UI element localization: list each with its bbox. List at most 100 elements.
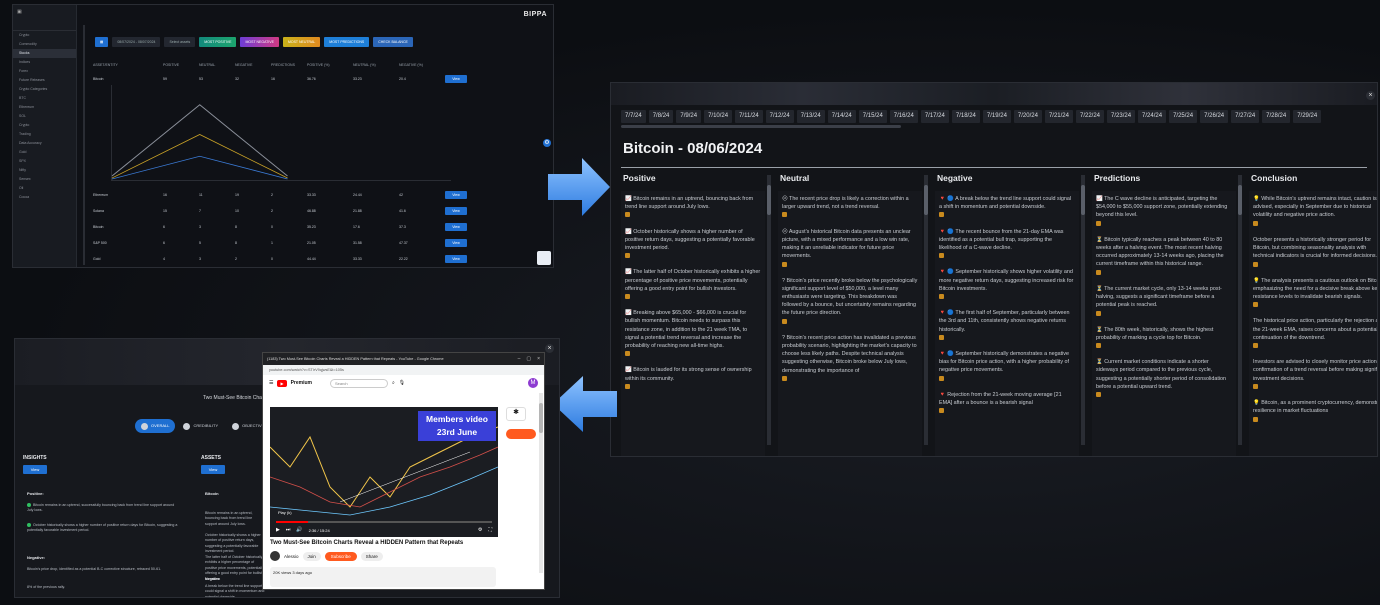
source-link-icon[interactable] <box>1096 343 1101 349</box>
sidebar-item[interactable]: Forex <box>13 67 76 76</box>
date-tab[interactable]: 7/17/24 <box>920 110 949 123</box>
date-tab[interactable]: 7/10/24 <box>704 110 733 123</box>
source-link-icon[interactable] <box>782 212 787 218</box>
sidebar-item[interactable]: Future Releases <box>13 76 76 85</box>
source-link-icon[interactable] <box>1253 302 1258 308</box>
view-button[interactable]: View <box>445 223 467 231</box>
sidebar-item[interactable]: Cocoa <box>13 193 76 202</box>
column-scrollbar[interactable] <box>1238 175 1242 445</box>
date-tab[interactable]: 7/11/24 <box>735 110 763 123</box>
volume-icon[interactable]: 🔊 <box>296 527 302 533</box>
source-link-icon[interactable] <box>1253 261 1258 267</box>
tab-credibility[interactable]: CREDIBILITY <box>177 419 224 433</box>
sidebar-scrollbar[interactable] <box>83 25 85 265</box>
scrollbar-thumb[interactable] <box>1081 185 1085 215</box>
table-row[interactable]: Gold 4 3 2 0 44.44 33.33 22.22 View <box>93 254 548 264</box>
calendar-icon[interactable]: ▦ <box>95 37 109 47</box>
address-bar[interactable]: youtube.com/watch?v=STIrV9qjwsE&t=105s <box>263 365 544 375</box>
source-link-icon[interactable] <box>782 261 787 267</box>
date-tab[interactable]: 7/24/24 <box>1138 110 1167 123</box>
date-tab[interactable]: 7/27/24 <box>1231 110 1260 123</box>
source-link-icon[interactable] <box>939 375 944 381</box>
most-positive-button[interactable]: MOST POSITIVE <box>199 37 237 47</box>
view-button[interactable]: View <box>445 239 467 247</box>
source-link-icon[interactable] <box>1096 269 1101 275</box>
next-icon[interactable]: ⏭ <box>286 527 291 533</box>
most-neutral-button[interactable]: MOST NEUTRAL <box>282 37 321 47</box>
sidebar-item[interactable]: Sensex <box>13 175 76 184</box>
avatar[interactable]: M <box>528 378 538 388</box>
check-balance-button[interactable]: CHECK BALANCE <box>373 37 413 47</box>
date-tab[interactable]: 7/9/24 <box>676 110 702 123</box>
date-scrollbar[interactable] <box>621 125 901 128</box>
date-tab[interactable]: 7/8/24 <box>648 110 674 123</box>
source-link-icon[interactable] <box>1253 220 1258 226</box>
date-tab[interactable]: 7/18/24 <box>951 110 980 123</box>
minimize-icon[interactable]: – <box>518 356 521 362</box>
date-tab[interactable]: 7/28/24 <box>1262 110 1291 123</box>
share-button[interactable]: Share <box>360 551 383 561</box>
fullscreen-icon[interactable]: ⛶ <box>488 527 492 533</box>
menu-icon[interactable]: ☰ <box>269 380 273 386</box>
source-link-icon[interactable] <box>939 294 944 300</box>
table-row[interactable]: Ethereum 16 11 19 2 33.33 24.44 42 View <box>93 190 548 200</box>
date-tab[interactable]: 7/12/24 <box>765 110 794 123</box>
source-link-icon[interactable] <box>1253 416 1258 422</box>
date-tab[interactable]: 7/20/24 <box>1013 110 1042 123</box>
source-link-icon[interactable] <box>1096 220 1101 226</box>
close-icon[interactable]: × <box>1366 91 1375 100</box>
scrollbar-thumb[interactable] <box>539 403 543 433</box>
close-icon[interactable]: × <box>537 356 540 362</box>
sidebar-item[interactable]: Stocks <box>13 49 76 58</box>
insights-view-button[interactable]: View <box>23 465 47 474</box>
video-player[interactable]: Members video 23rd June Play (k) ▶ ⏭ 🔊 2… <box>270 407 498 537</box>
source-link-icon[interactable] <box>782 318 787 324</box>
sidebar-item[interactable]: SOL <box>13 112 76 121</box>
play-icon[interactable]: ▶ <box>276 527 280 533</box>
source-link-icon[interactable] <box>939 253 944 259</box>
sidebar-item[interactable]: SPX <box>13 157 76 166</box>
scrollbar-thumb[interactable] <box>924 185 928 215</box>
tab-overall[interactable]: OVERALL <box>135 419 176 433</box>
source-link-icon[interactable] <box>625 212 630 218</box>
youtube-logo[interactable]: ▶ <box>277 379 287 387</box>
source-link-icon[interactable] <box>939 212 944 218</box>
date-tab[interactable]: 7/13/24 <box>796 110 825 123</box>
search-icon[interactable]: ⌕ <box>392 380 395 386</box>
channel-name[interactable]: Alessio <box>284 554 299 559</box>
table-row[interactable]: S&P 500 6 5 8 1 21.05 31.58 47.37 View <box>93 238 548 248</box>
source-link-icon[interactable] <box>1253 383 1258 389</box>
channel-avatar[interactable] <box>270 551 280 561</box>
source-link-icon[interactable] <box>625 294 630 300</box>
view-button[interactable]: View <box>445 255 467 263</box>
settings-icon[interactable]: ⚙ <box>478 527 482 533</box>
column-scrollbar[interactable] <box>924 175 928 445</box>
source-link-icon[interactable] <box>1253 343 1258 349</box>
bug-icon[interactable]: ✱ <box>506 407 526 421</box>
mic-icon[interactable]: 🎙 <box>399 380 405 386</box>
source-link-icon[interactable] <box>625 383 630 389</box>
search-input[interactable]: Search <box>329 378 388 388</box>
source-link-icon[interactable] <box>1096 392 1101 398</box>
sidebar-item[interactable]: Trading <box>13 130 76 139</box>
table-row[interactable]: Bitcoin 6 3 8 0 35.23 17.6 37.3 View <box>93 222 548 232</box>
sidebar-item[interactable]: Ethereum <box>13 103 76 112</box>
sidebar-item[interactable]: Oil <box>13 184 76 193</box>
source-link-icon[interactable] <box>625 253 630 259</box>
close-icon[interactable]: × <box>545 344 554 353</box>
most-negative-button[interactable]: MOST NEGATIVE <box>240 37 279 47</box>
subscribe-button[interactable]: Subscribe <box>324 551 357 561</box>
date-range-input[interactable]: 08/07/2024 - 08/07/2024 <box>112 37 161 47</box>
date-tab[interactable]: 7/15/24 <box>858 110 887 123</box>
scrollbar-thumb[interactable] <box>767 185 771 215</box>
source-link-icon[interactable] <box>625 351 630 357</box>
sidebar-item[interactable]: Nifty <box>13 166 76 175</box>
sidebar-item[interactable]: Indices <box>13 58 76 67</box>
table-row[interactable]: Solana 15 7 10 2 46.88 21.88 41.6 View <box>93 206 548 216</box>
description-box[interactable]: 20K views 3 days ago <box>270 567 496 587</box>
maximize-icon[interactable]: ▢ <box>526 356 531 362</box>
date-tab[interactable]: 7/19/24 <box>982 110 1011 123</box>
sidebar-item[interactable]: Crypto Categories <box>13 85 76 94</box>
date-tab[interactable]: 7/29/24 <box>1293 110 1322 123</box>
sidebar-item[interactable]: Gold <box>13 148 76 157</box>
